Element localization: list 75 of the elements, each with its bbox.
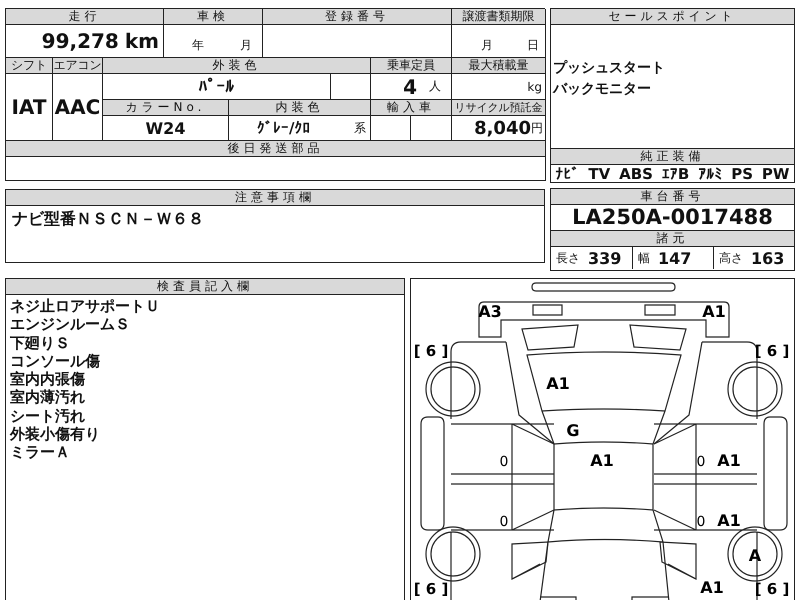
column-header: 乗車定員 [371,58,452,74]
damage-code: 0 [500,454,508,470]
column-header: シフト [6,58,53,74]
section-header: 注意事項欄 [6,190,544,206]
equipment-label: TV [588,164,610,182]
sales-point-text: プッシュスタート [553,58,666,78]
inspector-note: 下廻りＳ [10,334,71,352]
damage-code: G [566,421,580,440]
column-header: 走行 [6,9,164,25]
color-number-value: W24 [146,118,186,138]
column-header: エアコン [53,58,103,74]
inspector-note: ミラーＡ [10,443,71,462]
damage-code: 0 [696,454,706,470]
tread-depth-label: [ 6 ] [414,580,448,598]
damage-code: 0 [696,514,706,530]
capacity-value: 4 [403,74,417,98]
spec-label: 長さ [556,250,580,266]
section-header: 諸元 [551,231,794,247]
spec-label: 高さ [719,250,743,266]
column-header: 譲渡書類期限 [452,9,546,25]
inspector-note: エンジンルームＳ [10,315,131,334]
damage-code: A1 [546,374,570,393]
column-header: 外装色 [103,58,371,74]
damage-code: A1 [717,451,741,470]
sales-point-text: バックモニター [553,80,652,98]
damage-code: A1 [590,451,614,470]
section-header: セールスポイント [551,9,794,25]
equipment-label: PW [762,164,790,182]
ac-value: AAC [54,95,100,119]
tread-depth-label: [ 6 ] [414,342,448,360]
section-header: 検査員記入欄 [6,279,404,295]
spec-value: 147 [658,248,692,268]
equipment-label: ｱﾙﾐ [698,164,722,182]
damage-code: 0 [500,514,508,530]
column-header: 登録番号 [263,9,452,25]
column-header: リサイクル預託金 [452,100,546,116]
column-header: 後日発送部品 [6,141,546,157]
unit-label: 月 [481,37,493,54]
equipment-label: PS [731,164,753,182]
inspector-note: 室内内張傷 [10,370,86,388]
recycle-fee-value: 8,040 [474,118,531,138]
inspector-note: 室内薄汚れ [10,388,86,407]
section-header: 車台番号 [551,189,794,205]
section-header: 純正装備 [551,149,794,165]
inspector-note: シート汚れ [10,406,86,426]
spec-label: 幅 [638,250,650,266]
interior-color-value: ｸﾞﾚｰ/ｸﾛ [257,119,310,137]
unit-label: 円 [531,120,543,136]
unit-label: kg [527,80,542,94]
unit-label: km [124,29,159,53]
damage-code: A1 [717,511,741,530]
inspector-note: コンソール傷 [10,352,101,370]
equipment-label: ABS [619,164,653,182]
equipment-label: ｴｱB [662,164,690,182]
unit-label: 系 [354,120,366,136]
shift-value: IAT [11,95,46,119]
spec-value: 163 [751,248,784,268]
unit-label: 月 [240,37,252,54]
inspector-note: ネジ止ロアサポートＵ [10,297,161,316]
damage-code: A1 [702,302,726,321]
inspector-note: 外装小傷有り [10,425,101,444]
unit-label: 人 [429,78,441,95]
mileage-value: 99,278 [42,29,119,53]
notes-text: ナビ型番ＮＳＣＮ－Ｗ６８ [12,209,205,230]
column-header: カラーNo. [103,100,229,116]
unit-label: 年 [192,37,204,54]
column-header: 内装色 [229,100,371,116]
exterior-color-value: ﾊﾟｰﾙ [198,76,234,96]
column-header: 車検 [164,9,263,25]
column-header: 輸入車 [371,100,452,116]
spec-value: 339 [588,248,622,268]
equipment-label: ﾅﾋﾞ [555,164,580,182]
damage-code: A1 [700,578,724,597]
column-header: 最大積載量 [452,58,546,74]
unit-label: 日 [527,37,539,54]
